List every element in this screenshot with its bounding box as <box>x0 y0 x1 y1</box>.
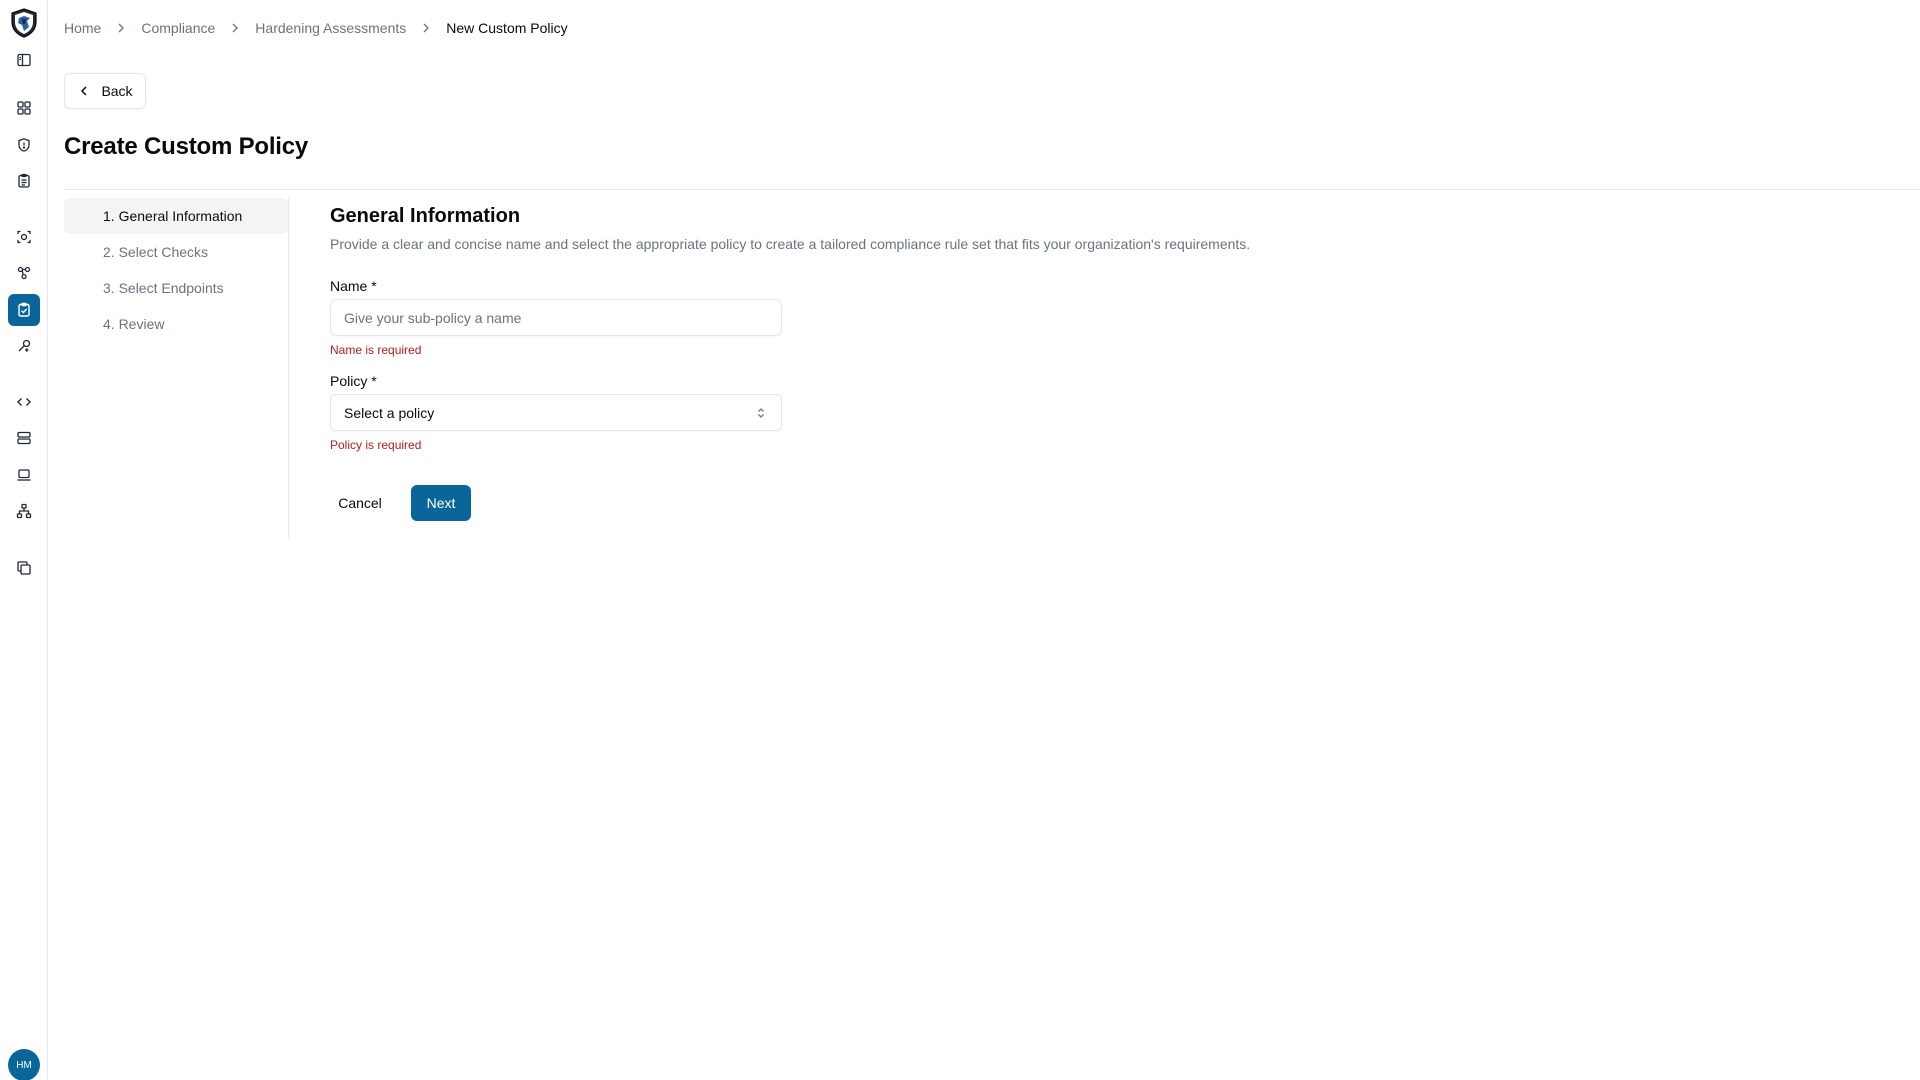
sidebar-item-servers[interactable] <box>8 422 40 454</box>
policy-label: Policy * <box>330 373 377 389</box>
name-label: Name * <box>330 278 377 294</box>
shield-icon <box>18 138 30 152</box>
section-description: Provide a clear and concise name and sel… <box>330 236 1251 252</box>
code-icon <box>17 398 31 406</box>
name-input[interactable] <box>330 299 782 336</box>
title-divider <box>64 189 1920 190</box>
shield-logo-icon <box>11 8 37 38</box>
sidebar-item-dashboard[interactable] <box>8 92 40 124</box>
name-error: Name is required <box>330 343 422 357</box>
policy-error: Policy is required <box>330 438 422 452</box>
breadcrumb-home[interactable]: Home <box>64 20 101 36</box>
clipboard-check-icon <box>18 302 30 317</box>
breadcrumb: Home Compliance Hardening Assessments Ne… <box>64 18 568 38</box>
sidebar-item-reports[interactable] <box>8 165 40 197</box>
next-button[interactable]: Next <box>411 485 471 521</box>
breadcrumb-compliance[interactable]: Compliance <box>141 20 215 36</box>
sidebar-item-integrations[interactable] <box>8 257 40 289</box>
back-button[interactable]: Back <box>64 73 146 109</box>
chevrons-up-down-icon <box>758 407 764 418</box>
copy-icon <box>17 561 31 575</box>
policy-select[interactable]: Select a policy <box>330 394 782 431</box>
chevron-right-icon <box>228 21 242 35</box>
section-title: General Information <box>330 205 521 227</box>
chevron-right-icon <box>114 21 128 35</box>
nodes-icon <box>17 266 31 280</box>
step-review[interactable]: 4. Review <box>64 306 288 342</box>
sidebar-item-tools[interactable] <box>8 330 40 362</box>
network-icon <box>16 503 32 519</box>
server-icon <box>17 431 31 445</box>
step-select-checks[interactable]: 2. Select Checks <box>64 234 288 270</box>
chevron-left-icon <box>81 86 87 96</box>
clipboard-list-icon <box>18 173 30 188</box>
wizard-steps: 1. General Information 2. Select Checks … <box>64 198 289 538</box>
step-select-endpoints[interactable]: 3. Select Endpoints <box>64 270 288 306</box>
scan-icon <box>17 230 31 244</box>
sidebar-item-scan[interactable] <box>8 221 40 253</box>
sidebar-toggle-button[interactable] <box>8 44 40 76</box>
chevron-right-icon <box>419 21 433 35</box>
user-avatar[interactable]: HM <box>8 1049 40 1080</box>
sidebar-item-network[interactable] <box>8 495 40 527</box>
breadcrumb-current: New Custom Policy <box>446 20 568 36</box>
app-logo[interactable] <box>8 6 40 40</box>
sidebar-item-endpoints[interactable] <box>8 459 40 491</box>
tools-icon <box>18 339 31 352</box>
dashboard-icon <box>17 101 31 115</box>
page-title: Create Custom Policy <box>64 133 309 160</box>
sidebar-item-security[interactable] <box>8 129 40 161</box>
sidebar-item-developer[interactable] <box>8 386 40 418</box>
step-general-information[interactable]: 1. General Information <box>64 198 288 234</box>
sidebar-item-documents[interactable] <box>8 552 40 584</box>
cancel-button[interactable]: Cancel <box>330 485 390 521</box>
breadcrumb-hardening-assessments[interactable]: Hardening Assessments <box>255 20 406 36</box>
panel-toggle-icon <box>17 53 31 67</box>
policy-select-value: Select a policy <box>344 404 435 421</box>
laptop-icon <box>17 469 31 481</box>
sidebar: HM <box>0 0 48 1080</box>
sidebar-item-compliance[interactable] <box>8 294 40 326</box>
back-button-label: Back <box>101 83 133 99</box>
